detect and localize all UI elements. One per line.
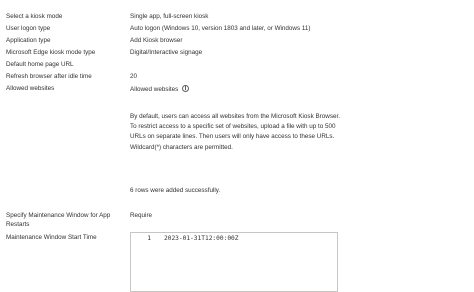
setting-row-application-type: Application type Add Kiosk browser [0, 36, 474, 46]
application-type-value: Add Kiosk browser [130, 37, 183, 44]
setting-row-kiosk-mode: Select a kiosk mode Single app, full-scr… [0, 12, 474, 22]
kiosk-mode-value: Single app, full-screen kiosk [130, 13, 209, 20]
default-home-page-url-label: Default home page URL [6, 61, 74, 68]
setting-row-refresh-idle-time: Refresh browser after idle time 20 [0, 72, 474, 82]
refresh-idle-time-value: 20 [130, 73, 138, 80]
user-logon-type-value: Auto logon (Windows 10, version 1803 and… [130, 25, 311, 32]
editor-line-number: 1 [147, 235, 151, 242]
setting-row-maintenance-window: Specify Maintenance Window for App Resta… [0, 211, 474, 233]
allowed-websites-value: Allowed websites [130, 84, 190, 94]
refresh-idle-time-label: Refresh browser after idle time [6, 73, 92, 80]
maintenance-start-time-editor[interactable]: 1 2023-01-31T12:00:00Z [130, 232, 338, 292]
maintenance-start-time-label: Maintenance Window Start Time [6, 234, 97, 241]
application-type-label: Application type [6, 37, 51, 44]
upload-status-message: 6 rows were added successfully. [130, 187, 221, 194]
user-logon-type-label: User logon type [6, 25, 51, 32]
allowed-websites-description: By default, users can access all website… [130, 113, 340, 151]
kiosk-mode-label: Select a kiosk mode [6, 13, 63, 20]
maintenance-window-value: Require [130, 212, 153, 219]
edge-kiosk-mode-type-value: Digital/Interactive signage [130, 49, 203, 56]
edge-kiosk-mode-type-label: Microsoft Edge kiosk mode type [6, 49, 96, 56]
setting-row-allowed-websites: Allowed websites Allowed websites [0, 84, 474, 94]
maintenance-window-label: Specify Maintenance Window for App Resta… [6, 212, 111, 228]
info-icon[interactable] [182, 84, 190, 92]
allowed-websites-label: Allowed websites [6, 85, 55, 92]
allowed-websites-value-text: Allowed websites [130, 86, 179, 93]
editor-line-text[interactable]: 2023-01-31T12:00:00Z [164, 235, 239, 242]
setting-row-user-logon-type: User logon type Auto logon (Windows 10, … [0, 24, 474, 34]
setting-row-edge-kiosk-mode-type: Microsoft Edge kiosk mode type Digital/I… [0, 48, 474, 58]
setting-row-default-home-page-url: Default home page URL [0, 60, 474, 70]
